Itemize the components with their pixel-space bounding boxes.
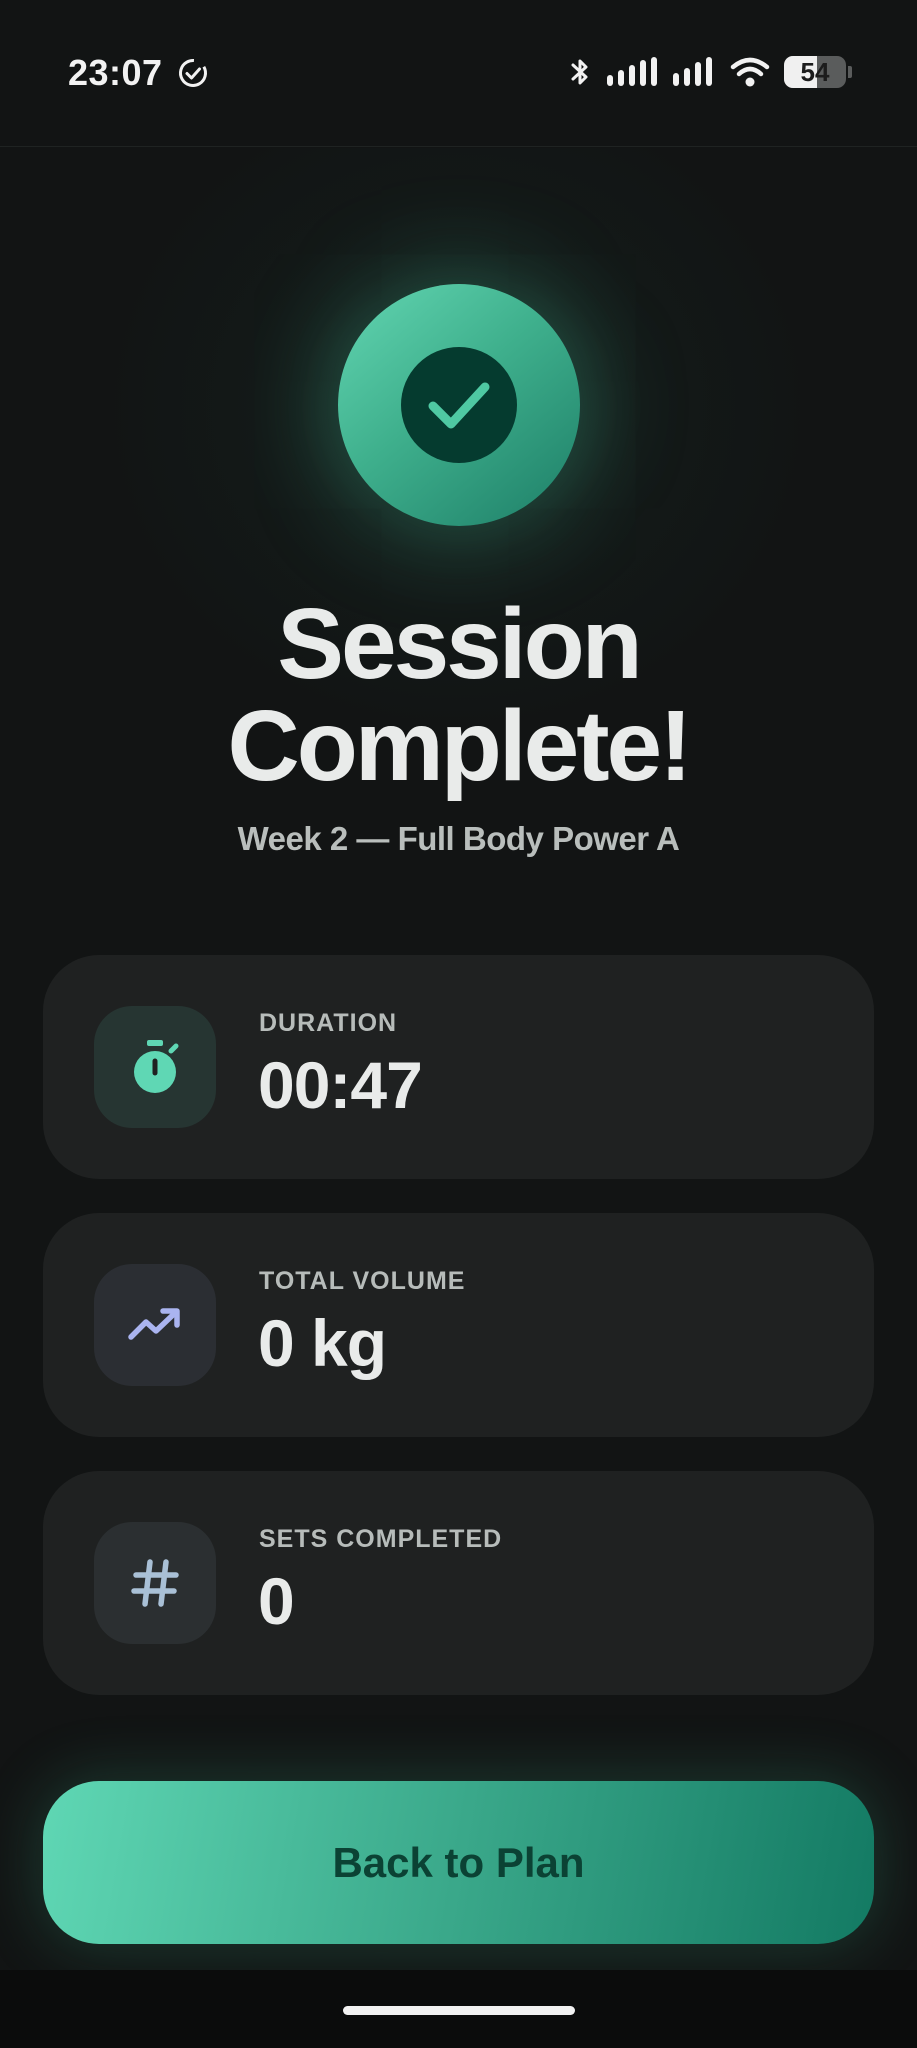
stat-icon-box-sets [94,1522,216,1644]
signal-icon-sim1 [607,57,657,86]
signal-icon-sim2 [673,57,712,86]
battery-tip [848,66,852,78]
stat-card-total-volume: TOTAL VOLUME 0 kg [43,1213,874,1437]
back-to-plan-button[interactable]: Back to Plan [43,1781,874,1944]
session-subtitle: Week 2 — Full Body Power A [237,820,680,857]
stat-icon-box-volume [94,1264,216,1386]
stat-value-sets: 0 [258,1564,295,1638]
stat-label-volume: TOTAL VOLUME [259,1267,466,1295]
bluetooth-icon [571,59,588,85]
stopwatch-icon [134,1040,179,1093]
stat-card-sets-completed: SETS COMPLETED 0 [43,1471,874,1695]
title-line-2: Complete! [227,690,693,802]
stat-card-duration: DURATION 00:47 [43,955,874,1179]
session-complete-screen: Session Complete! Week 2 — Full Body Pow… [0,148,917,1970]
status-icons: 54 [568,52,852,92]
success-badge [338,284,580,526]
page-title: Session Complete! [0,593,917,797]
stat-value-volume: 0 kg [258,1306,387,1380]
status-time: 23:07 [68,52,163,93]
home-indicator[interactable] [343,2006,575,2015]
battery-level: 54 [800,56,830,87]
battery-icon: 54 [784,56,846,88]
system-nav-bar [0,1970,917,2048]
hash-icon [131,1559,179,1607]
wifi-icon [730,57,770,87]
stat-label-sets: SETS COMPLETED [259,1525,503,1553]
success-badge-inner [401,347,517,463]
sync-check-icon [179,58,207,87]
status-bar: 23:07 54 [0,0,917,147]
stat-value-duration: 00:47 [258,1048,423,1122]
title-line-1: Session [277,588,642,700]
stat-icon-box-duration [94,1006,216,1128]
stat-label-duration: DURATION [259,1009,398,1037]
checkmark-icon [428,382,490,429]
trending-up-icon [128,1308,180,1340]
